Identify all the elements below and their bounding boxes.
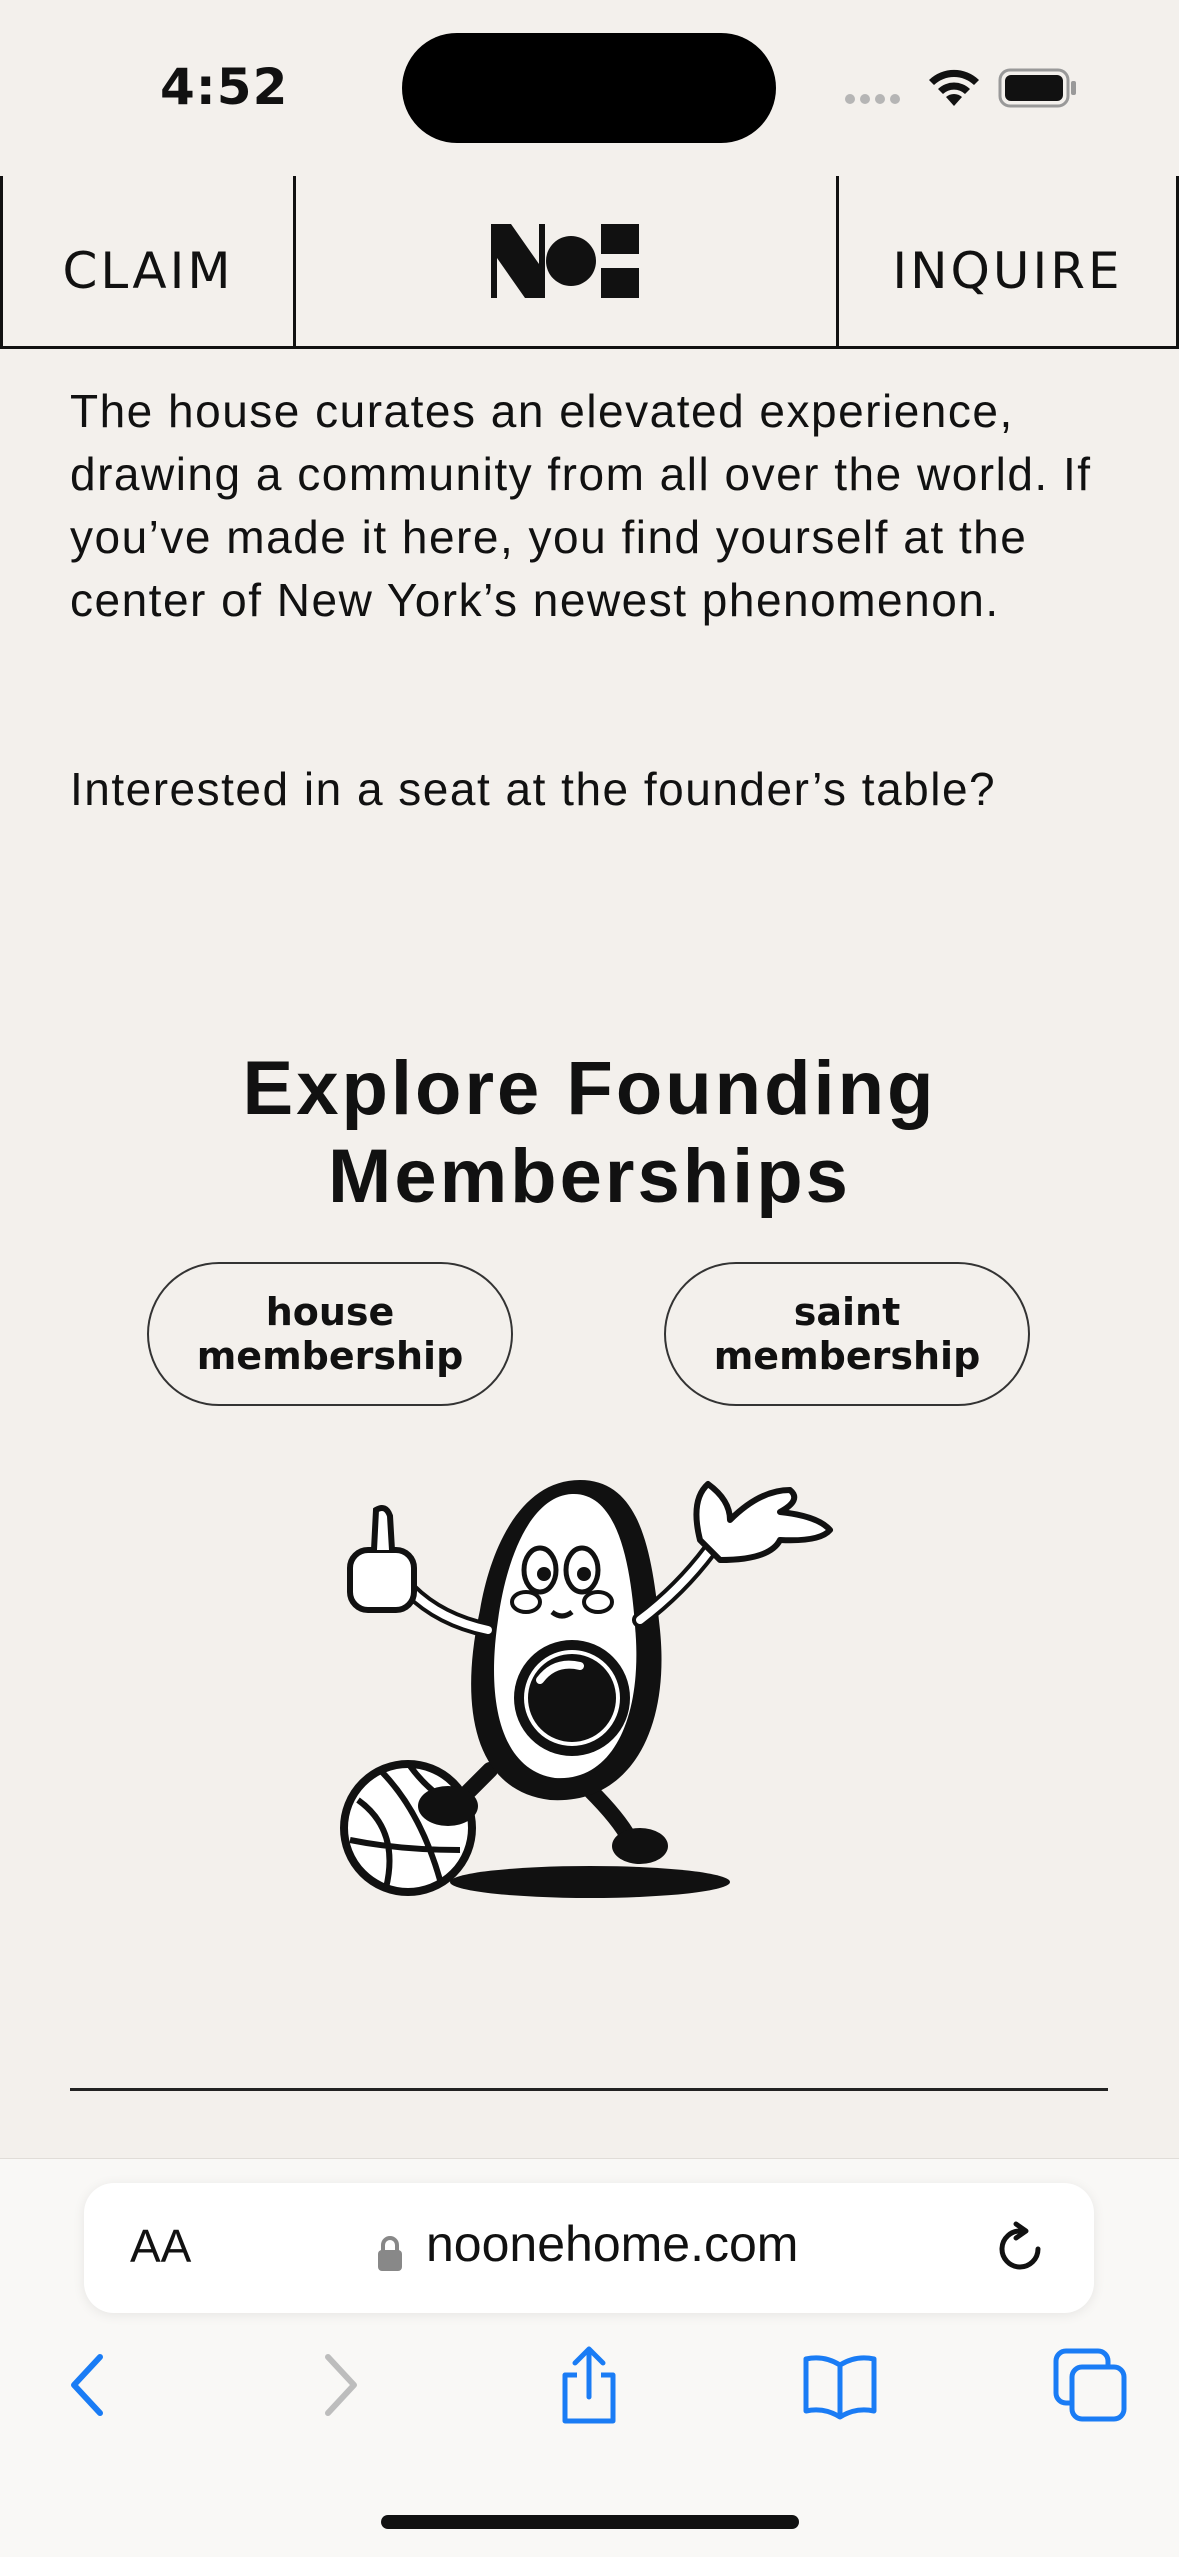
address-bar[interactable]: AA noonehome.com — [84, 2183, 1094, 2313]
site-logo[interactable] — [296, 176, 836, 346]
forward-icon[interactable] — [300, 2345, 380, 2425]
avocado-mascot-illustration — [340, 1480, 833, 1898]
claim-link[interactable]: CLAIM — [0, 176, 296, 346]
cellular-signal-icon — [845, 94, 900, 104]
intro-paragraph: The house curates an elevated experience… — [70, 385, 1092, 626]
reload-icon[interactable] — [994, 2221, 1048, 2275]
battery-icon — [998, 68, 1076, 108]
tabs-icon[interactable] — [1050, 2345, 1130, 2425]
lock-icon — [378, 2236, 402, 2271]
safari-toolbar: AA noonehome.com — [0, 2158, 1179, 2557]
explore-title-text: Explore Founding Memberships — [242, 1046, 937, 1219]
inquire-link[interactable]: INQUIRE — [836, 176, 1179, 346]
back-icon[interactable] — [48, 2345, 128, 2425]
section-divider — [70, 2088, 1108, 2091]
noonehome-logo-icon — [491, 224, 639, 298]
share-icon[interactable] — [549, 2345, 629, 2425]
status-time: 4:52 — [160, 58, 289, 116]
saint-membership-button[interactable]: saint membership — [664, 1262, 1030, 1406]
wifi-icon — [929, 69, 979, 106]
dynamic-island — [402, 33, 776, 143]
site-header: CLAIM INQUIRE — [0, 176, 1179, 349]
founders-question: Interested in a seat at the founder’s ta… — [70, 763, 997, 815]
url-text: noonehome.com — [426, 2216, 799, 2272]
bookmarks-icon[interactable] — [800, 2345, 880, 2425]
text-size-label: AA — [130, 2220, 192, 2272]
house-membership-button[interactable]: house membership — [147, 1262, 513, 1406]
explore-title: Explore Founding Memberships — [0, 1045, 1179, 1221]
text-size-button[interactable]: AA — [130, 2219, 191, 2273]
home-indicator — [381, 2515, 799, 2529]
